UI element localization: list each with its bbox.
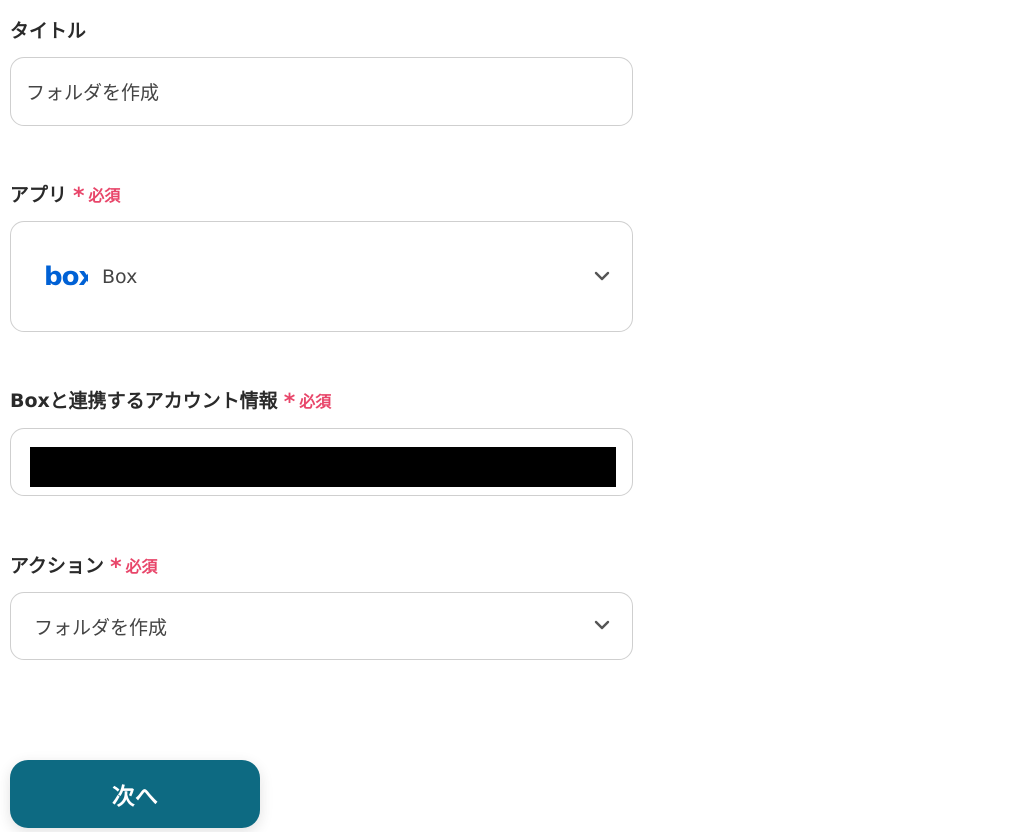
required-asterisk: * [283, 390, 296, 415]
title-field[interactable] [10, 57, 633, 126]
required-asterisk: * [73, 184, 85, 209]
action-select-value: フォルダを作成 [34, 616, 168, 639]
required-badge: 必須 [88, 185, 121, 205]
app-select-value: Box [102, 265, 138, 288]
action-label: アクション * 必須 [10, 551, 158, 580]
account-label-text: Boxと連携するアカウント情報 [10, 390, 278, 412]
required-badge: 必須 [125, 556, 158, 576]
app-select[interactable]: box Box [10, 221, 633, 332]
account-label: Boxと連携するアカウント情報 * 必須 [10, 386, 332, 415]
box-logo-icon: box [44, 265, 88, 289]
action-label-text: アクション [10, 555, 105, 577]
box-logo-text: box [44, 265, 88, 289]
app-label: アプリ * 必須 [10, 180, 121, 209]
title-label-text: タイトル [10, 20, 87, 42]
required-badge: 必須 [299, 391, 332, 411]
title-input[interactable] [11, 58, 632, 125]
action-select[interactable]: フォルダを作成 [10, 592, 633, 660]
redacted-account-value [30, 447, 616, 487]
next-button[interactable]: 次へ [10, 760, 260, 828]
next-button-label: 次へ [112, 784, 158, 810]
account-field[interactable] [10, 428, 633, 496]
title-label: タイトル [10, 16, 86, 43]
required-asterisk: * [110, 555, 122, 580]
form-page: タイトル アプリ * 必須 box Box Boxと連携するアカウント情報 * … [0, 0, 1026, 832]
app-label-text: アプリ [10, 184, 68, 206]
chevron-down-icon [594, 271, 610, 280]
chevron-down-icon [594, 620, 610, 630]
